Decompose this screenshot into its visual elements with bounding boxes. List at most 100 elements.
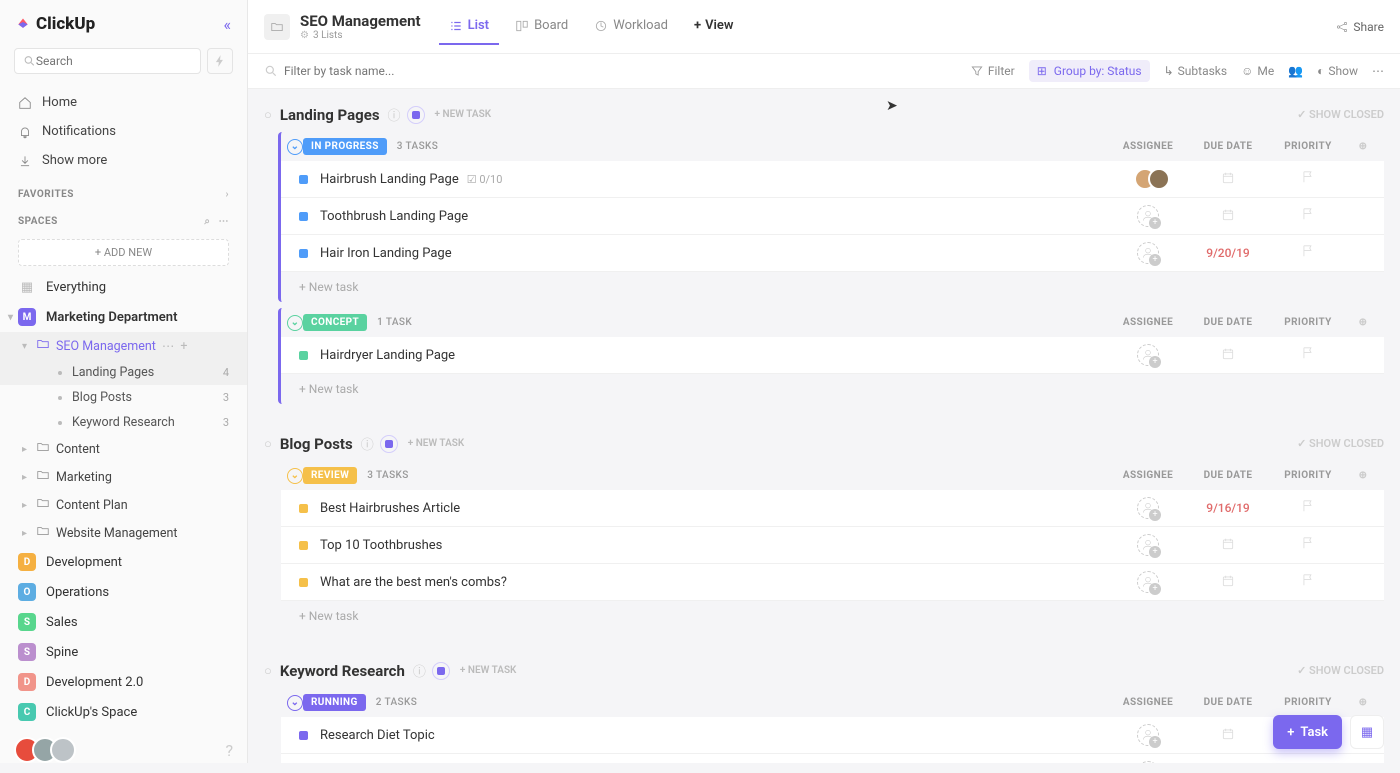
help-icon[interactable]: ? (225, 741, 233, 760)
status-collapse-icon[interactable]: ⌄ (287, 695, 303, 711)
priority-button[interactable] (1268, 499, 1348, 517)
folder-item[interactable]: ▸ Website Management (0, 519, 247, 547)
task-row[interactable]: What are the best men's combs? (281, 564, 1384, 601)
subtasks-button[interactable]: ↳ Subtasks (1164, 64, 1227, 78)
due-date-button[interactable] (1188, 171, 1268, 188)
status-square-icon[interactable] (299, 212, 308, 221)
task-row[interactable]: Research Diet Topic (281, 717, 1384, 754)
status-square-icon[interactable] (299, 175, 308, 184)
info-icon[interactable]: ⓘ (361, 434, 374, 453)
spaces-search-icon[interactable]: ⌕ (204, 216, 210, 227)
folder-menu-icon[interactable]: ⋯ (162, 338, 175, 354)
user-avatars[interactable] (14, 737, 68, 763)
status-square-icon[interactable] (299, 541, 308, 550)
space-item[interactable]: DDevelopment (0, 547, 247, 577)
info-icon[interactable]: ⓘ (388, 105, 401, 124)
priority-button[interactable] (1268, 536, 1348, 554)
task-row[interactable]: Hairdryer Landing Page (281, 337, 1384, 374)
new-task-inline[interactable]: + New task (281, 601, 1384, 631)
priority-button[interactable] (1268, 170, 1348, 188)
info-icon[interactable]: ⓘ (413, 661, 426, 680)
add-column-icon[interactable]: ⊕ (1348, 141, 1378, 152)
share-button[interactable]: Share (1335, 20, 1384, 34)
due-date-button[interactable] (1188, 727, 1268, 744)
filter-button[interactable]: Filter (970, 64, 1015, 78)
list-item[interactable]: Landing Pages4 (0, 360, 247, 385)
new-task-link[interactable]: + NEW TASK (460, 665, 517, 676)
add-column-icon[interactable]: ⊕ (1348, 697, 1378, 708)
nav-show-more[interactable]: Show more (0, 146, 247, 175)
space-item[interactable]: SSales (0, 607, 247, 637)
assign-button[interactable] (1108, 242, 1188, 264)
assign-button[interactable] (1108, 724, 1188, 746)
assignees-button[interactable]: 👥 (1288, 64, 1303, 78)
view-tab-list[interactable]: List (439, 8, 499, 45)
due-date-button[interactable] (1188, 574, 1268, 591)
spaces-settings-icon[interactable]: ⋯ (219, 216, 230, 227)
collapse-sidebar-icon[interactable]: « (223, 15, 231, 34)
priority-button[interactable] (1268, 244, 1348, 262)
status-collapse-icon[interactable]: ⌄ (287, 139, 303, 155)
groupby-button[interactable]: ⊞ Group by: Status (1029, 60, 1150, 82)
color-badge[interactable] (432, 662, 450, 680)
gear-icon[interactable]: ⚙ (300, 30, 309, 41)
list-item[interactable]: Blog Posts3 (0, 385, 247, 410)
assign-button[interactable] (1108, 571, 1188, 593)
status-square-icon[interactable] (299, 351, 308, 360)
folder-icon[interactable] (264, 14, 290, 40)
status-square-icon[interactable] (299, 578, 308, 587)
me-button[interactable]: ☺ Me (1241, 64, 1274, 78)
status-collapse-icon[interactable]: ⌄ (287, 315, 303, 331)
assignee-avatars[interactable] (1108, 168, 1188, 190)
space-marketing[interactable]: ▾ MMarketing Department (0, 302, 247, 332)
status-label[interactable]: RUNNING (303, 694, 366, 711)
status-square-icon[interactable] (299, 249, 308, 258)
apps-button[interactable]: ▦ (1350, 715, 1384, 749)
space-item[interactable]: SSpine (0, 637, 247, 667)
assign-button[interactable] (1108, 497, 1188, 519)
quick-action-button[interactable] (207, 48, 233, 74)
status-square-icon[interactable] (299, 731, 308, 740)
nav-home[interactable]: Home (0, 88, 247, 117)
status-label[interactable]: REVIEW (303, 467, 357, 484)
add-column-icon[interactable]: ⊕ (1348, 470, 1378, 481)
view-tab-workload[interactable]: Workload (584, 8, 678, 45)
priority-button[interactable] (1268, 207, 1348, 225)
add-to-folder-icon[interactable]: + (180, 339, 187, 354)
assign-button[interactable] (1108, 205, 1188, 227)
due-date-button[interactable] (1188, 537, 1268, 554)
list-item[interactable]: Keyword Research3 (0, 410, 247, 435)
status-square-icon[interactable] (299, 504, 308, 513)
new-task-inline[interactable]: + New task (281, 272, 1384, 302)
status-label[interactable]: CONCEPT (303, 314, 367, 331)
sidebar-item-everything[interactable]: ▦ Everything (0, 272, 247, 302)
task-row[interactable]: Toothbrush Landing Page (281, 198, 1384, 235)
space-item[interactable]: CClickUp's Space (0, 697, 247, 727)
color-badge[interactable] (407, 106, 425, 124)
space-item[interactable]: OOperations (0, 577, 247, 607)
more-icon[interactable]: ⋯ (1372, 64, 1384, 78)
folder-item[interactable]: ▸ Content Plan (0, 491, 247, 519)
task-row[interactable]: Best Hairbrushes Article9/16/19 (281, 490, 1384, 527)
folder-item[interactable]: ▸ Marketing (0, 463, 247, 491)
collapse-icon[interactable]: ○ (264, 107, 272, 123)
new-task-inline[interactable]: + New task (281, 374, 1384, 404)
status-label[interactable]: IN PROGRESS (303, 138, 387, 155)
collapse-icon[interactable]: ○ (264, 436, 272, 452)
add-view-button[interactable]: + View (684, 8, 744, 45)
due-date[interactable]: 9/20/19 (1188, 246, 1268, 260)
priority-button[interactable] (1268, 573, 1348, 591)
task-row[interactable]: Hair Iron Landing Page9/20/19 (281, 235, 1384, 272)
show-closed-button[interactable]: ✓ SHOW CLOSED (1297, 437, 1384, 450)
due-date-button[interactable] (1188, 208, 1268, 225)
task-row[interactable]: What is the Keto Diet− (281, 754, 1384, 763)
task-row[interactable]: Top 10 Toothbrushes (281, 527, 1384, 564)
show-closed-button[interactable]: ✓ SHOW CLOSED (1297, 108, 1384, 121)
add-column-icon[interactable]: ⊕ (1348, 317, 1378, 328)
new-task-button[interactable]: +Task (1273, 715, 1342, 749)
due-date[interactable]: 9/16/19 (1188, 501, 1268, 515)
nav-notifications[interactable]: Notifications (0, 117, 247, 146)
status-collapse-icon[interactable]: ⌄ (287, 468, 303, 484)
folder-item[interactable]: ▸ Content (0, 435, 247, 463)
space-item[interactable]: DDevelopment 2.0 (0, 667, 247, 697)
